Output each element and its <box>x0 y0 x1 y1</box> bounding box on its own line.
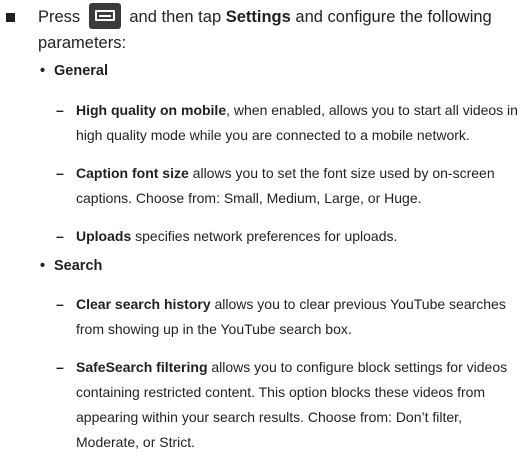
group-heading-search: • Search <box>40 258 103 274</box>
item-text: specifies network preferences for upload… <box>131 228 398 244</box>
item-term: Uploads <box>76 228 132 244</box>
round-bullet-icon: • <box>40 63 46 79</box>
item-term: High quality on mobile <box>76 102 227 118</box>
group-heading-general: • General <box>40 63 108 79</box>
dash-bullet: – <box>56 296 64 312</box>
item-term: Caption font size <box>76 165 189 181</box>
round-bullet-icon: • <box>40 258 46 274</box>
lead-then-text: and then tap <box>129 8 222 26</box>
dash-bullet: – <box>56 102 64 118</box>
list-item: – High quality on mobile, when enabled, … <box>56 98 524 148</box>
item-term: Clear search history <box>76 296 211 312</box>
menu-icon <box>88 3 121 29</box>
dash-bullet: – <box>56 228 64 244</box>
item-term: SafeSearch filtering <box>76 359 208 375</box>
list-item: – Clear search history allows you to cle… <box>56 292 524 342</box>
list-item: – Uploads specifies network preferences … <box>56 224 524 249</box>
list-item: – Caption font size allows you to set th… <box>56 161 524 211</box>
lead-press-text: Press <box>38 8 81 26</box>
document-page: Press and then tap Settings and configur… <box>0 0 528 455</box>
square-bullet-icon <box>6 13 15 22</box>
list-item: – SafeSearch filtering allows you to con… <box>56 355 524 455</box>
dash-bullet: – <box>56 359 64 375</box>
settings-term: Settings <box>225 8 291 26</box>
dash-bullet: – <box>56 165 64 181</box>
lead-paragraph: Press and then tap Settings and configur… <box>38 3 526 56</box>
